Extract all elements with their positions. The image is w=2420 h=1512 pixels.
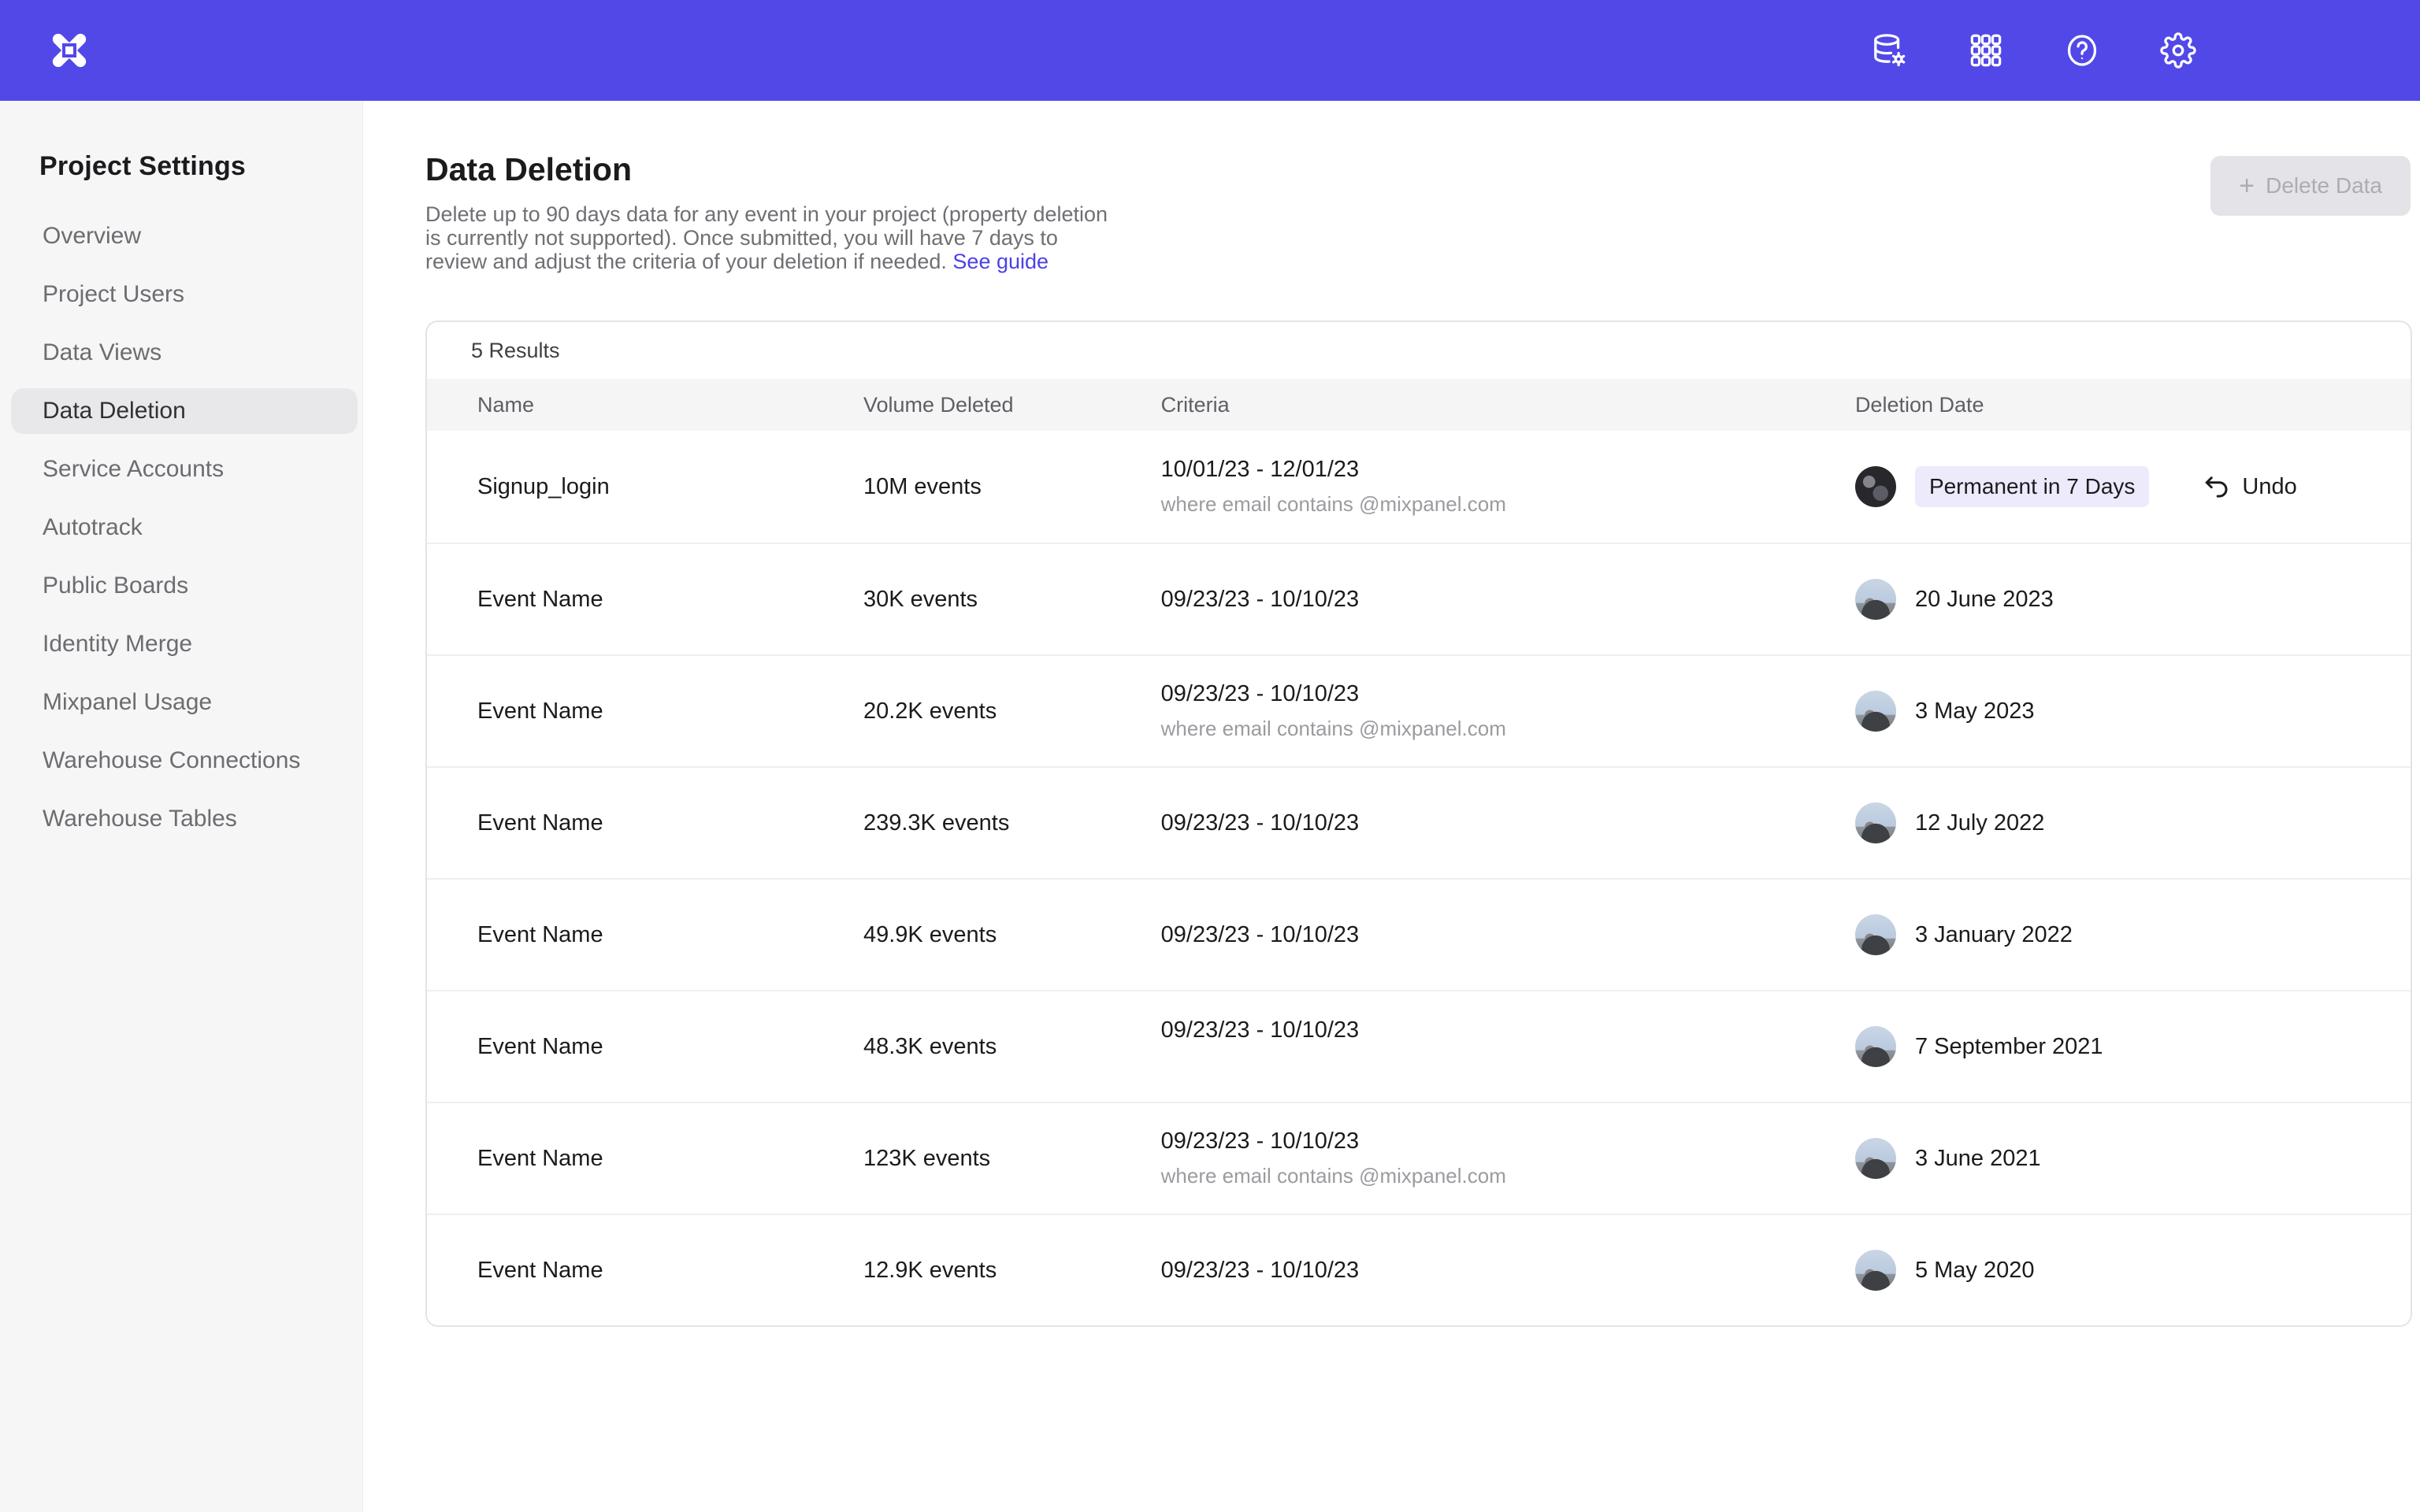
volume-cell: 48.3K events <box>863 1034 1161 1060</box>
sidebar-item-identity-merge[interactable]: Identity Merge <box>11 621 358 667</box>
criteria-cell: 09/23/23 - 10/10/23 <box>1161 922 1855 948</box>
sidebar-item-mixpanel-usage[interactable]: Mixpanel Usage <box>11 680 358 725</box>
criteria-cell: 09/23/23 - 10/10/23 <box>1161 587 1855 613</box>
sidebar-item-overview[interactable]: Overview <box>11 213 358 259</box>
help-icon[interactable] <box>2064 32 2100 69</box>
column-header-criteria: Criteria <box>1161 393 1855 417</box>
sidebar-item-public-boards[interactable]: Public Boards <box>11 563 358 609</box>
volume-cell: 10M events <box>863 474 1161 500</box>
name-cell: Event Name <box>427 922 863 948</box>
column-header-name: Name <box>427 393 863 417</box>
app-window: Project Settings Overview Project Users … <box>0 0 2420 1512</box>
name-cell: Event Name <box>427 1146 863 1172</box>
table-row: Event Name 49.9K events 09/23/23 - 10/10… <box>427 878 2411 990</box>
sidebar-item-autotrack[interactable]: Autotrack <box>11 505 358 550</box>
volume-cell: 20.2K events <box>863 699 1161 724</box>
user-avatar <box>1855 1138 1896 1179</box>
criteria-cell: 09/23/23 - 10/10/23 <box>1161 810 1855 836</box>
data-management-icon[interactable] <box>1872 32 1908 69</box>
volume-cell: 30K events <box>863 587 1161 613</box>
table-row: Event Name 20.2K events 09/23/23 - 10/10… <box>427 654 2411 766</box>
permanent-badge: Permanent in 7 Days <box>1915 466 2149 507</box>
undo-icon <box>2203 472 2231 501</box>
plus-icon: + <box>2239 172 2255 199</box>
page-description: Delete up to 90 days data for any event … <box>425 202 1125 273</box>
deletion-requests-card: 5 Results Name Volume Deleted Criteria D… <box>425 321 2412 1327</box>
user-avatar <box>1855 691 1896 732</box>
page-title: Data Deletion <box>425 151 2420 188</box>
topbar-icon-group <box>1872 32 2196 69</box>
deletion-date-cell: 7 September 2021 <box>1855 1026 2411 1067</box>
deletion-date-cell: 12 July 2022 <box>1855 802 2411 843</box>
settings-gear-icon[interactable] <box>2160 32 2196 69</box>
user-avatar <box>1855 466 1896 507</box>
sidebar-item-service-accounts[interactable]: Service Accounts <box>11 447 358 492</box>
deletion-date-cell: 3 June 2021 <box>1855 1138 2411 1179</box>
sidebar-title: Project Settings <box>39 151 362 182</box>
deletion-date-cell: Permanent in 7 Days Undo <box>1855 466 2411 507</box>
user-avatar <box>1855 1250 1896 1291</box>
table-row: Event Name 239.3K events 09/23/23 - 10/1… <box>427 766 2411 878</box>
criteria-cell: 09/23/23 - 10/10/23 <box>1161 1017 1855 1077</box>
user-avatar <box>1855 914 1896 955</box>
deletion-date-cell: 3 May 2023 <box>1855 691 2411 732</box>
table-row: Event Name 123K events 09/23/23 - 10/10/… <box>427 1102 2411 1214</box>
mixpanel-logo-icon[interactable] <box>47 28 91 72</box>
name-cell: Event Name <box>427 699 863 724</box>
name-cell: Event Name <box>427 1258 863 1284</box>
user-avatar <box>1855 802 1896 843</box>
delete-data-button[interactable]: + Delete Data <box>2210 156 2411 216</box>
see-guide-link[interactable]: See guide <box>952 250 1049 273</box>
user-avatar <box>1855 579 1896 620</box>
criteria-cell: 10/01/23 - 12/01/23 where email contains… <box>1161 457 1855 517</box>
user-avatar <box>1855 1026 1896 1067</box>
results-count: 5 Results <box>427 322 2411 379</box>
name-cell: Event Name <box>427 1034 863 1060</box>
volume-cell: 49.9K events <box>863 922 1161 948</box>
sidebar-item-data-deletion[interactable]: Data Deletion <box>11 388 358 434</box>
sidebar-item-project-users[interactable]: Project Users <box>11 272 358 317</box>
volume-cell: 123K events <box>863 1146 1161 1172</box>
table-row: Event Name 48.3K events 09/23/23 - 10/10… <box>427 990 2411 1102</box>
table-row: Signup_login 10M events 10/01/23 - 12/01… <box>427 431 2411 543</box>
criteria-cell: 09/23/23 - 10/10/23 where email contains… <box>1161 1128 1855 1188</box>
undo-button[interactable]: Undo <box>2203 472 2296 501</box>
name-cell: Event Name <box>427 587 863 613</box>
volume-cell: 12.9K events <box>863 1258 1161 1284</box>
sidebar-item-warehouse-connections[interactable]: Warehouse Connections <box>11 738 358 784</box>
deletion-date-cell: 20 June 2023 <box>1855 579 2411 620</box>
main-content: Data Deletion Delete up to 90 days data … <box>363 101 2420 1512</box>
top-navigation-bar <box>0 0 2420 101</box>
deletion-date-cell: 3 January 2022 <box>1855 914 2411 955</box>
settings-sidebar: Project Settings Overview Project Users … <box>0 101 363 1512</box>
criteria-cell: 09/23/23 - 10/10/23 where email contains… <box>1161 681 1855 741</box>
column-header-volume: Volume Deleted <box>863 393 1161 417</box>
apps-grid-icon[interactable] <box>1968 32 2004 69</box>
column-header-deletion-date: Deletion Date <box>1855 393 2411 417</box>
volume-cell: 239.3K events <box>863 810 1161 836</box>
name-cell: Signup_login <box>427 474 863 500</box>
sidebar-nav: Overview Project Users Data Views Data D… <box>0 213 362 842</box>
table-header-row: Name Volume Deleted Criteria Deletion Da… <box>427 379 2411 431</box>
name-cell: Event Name <box>427 810 863 836</box>
criteria-cell: 09/23/23 - 10/10/23 <box>1161 1258 1855 1284</box>
table-row: Event Name 12.9K events 09/23/23 - 10/10… <box>427 1214 2411 1325</box>
sidebar-item-data-views[interactable]: Data Views <box>11 330 358 376</box>
deletion-date-cell: 5 May 2020 <box>1855 1250 2411 1291</box>
sidebar-item-warehouse-tables[interactable]: Warehouse Tables <box>11 796 358 842</box>
table-row: Event Name 30K events 09/23/23 - 10/10/2… <box>427 543 2411 654</box>
